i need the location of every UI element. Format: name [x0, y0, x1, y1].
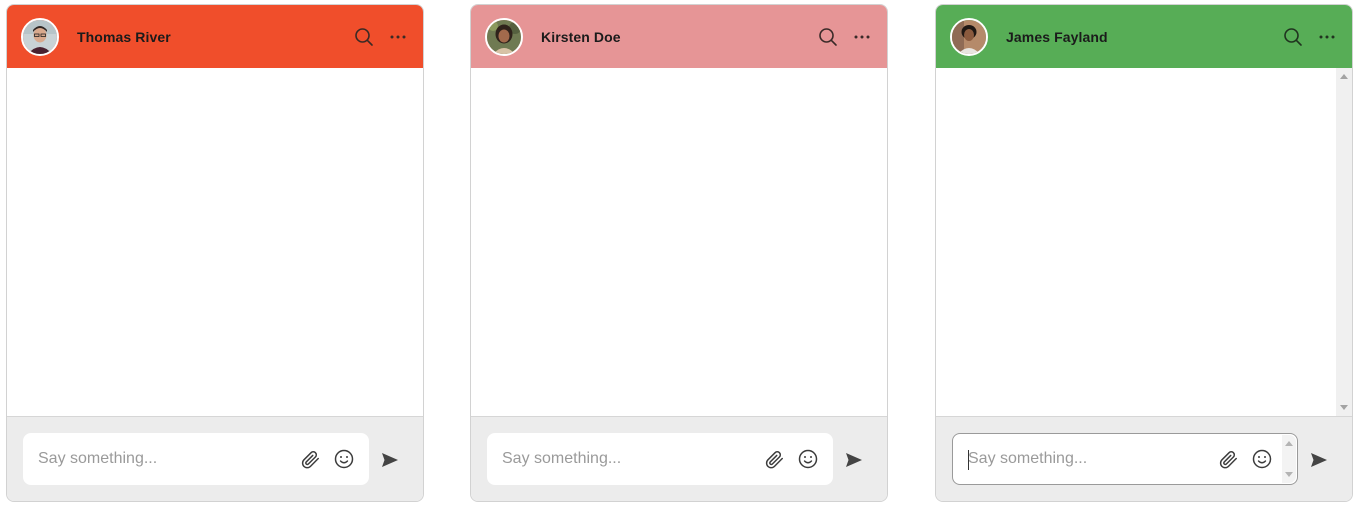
message-input[interactable] [38, 450, 268, 468]
text-caret [968, 450, 969, 470]
message-input-box[interactable] [952, 433, 1298, 485]
chat-window-kirsten-doe: Kirsten Doe [470, 4, 888, 502]
search-icon[interactable] [353, 26, 375, 48]
avatar[interactable] [485, 17, 523, 56]
paperclip-icon[interactable] [299, 448, 321, 470]
search-icon[interactable] [817, 26, 839, 48]
message-area[interactable] [7, 68, 423, 416]
smiley-icon[interactable] [1251, 448, 1273, 470]
scroll-down-arrow-icon[interactable] [1340, 405, 1348, 410]
send-icon[interactable] [843, 449, 865, 471]
scroll-up-arrow-icon[interactable] [1285, 441, 1293, 446]
more-horizontal-icon[interactable] [1316, 26, 1338, 48]
message-area[interactable] [936, 68, 1352, 416]
composer [471, 416, 887, 501]
composer [7, 416, 423, 501]
paperclip-icon[interactable] [763, 448, 785, 470]
composer [936, 416, 1352, 501]
avatar[interactable] [950, 17, 988, 56]
smiley-icon[interactable] [797, 448, 819, 470]
input-scrollbar[interactable] [1282, 435, 1296, 483]
smiley-icon[interactable] [333, 448, 355, 470]
chat-header: Thomas River [7, 5, 423, 68]
contact-name: Thomas River [77, 28, 171, 45]
more-horizontal-icon[interactable] [851, 26, 873, 48]
paperclip-icon[interactable] [1217, 448, 1239, 470]
chat-header: Kirsten Doe [471, 5, 887, 68]
chat-header: James Fayland [936, 5, 1352, 68]
message-input[interactable] [502, 450, 732, 468]
send-icon[interactable] [1308, 449, 1330, 471]
chat-window-james-fayland: James Fayland [935, 4, 1353, 502]
message-area[interactable] [471, 68, 887, 416]
search-icon[interactable] [1282, 26, 1304, 48]
scroll-up-arrow-icon[interactable] [1340, 74, 1348, 79]
message-input-box[interactable] [23, 433, 369, 485]
more-horizontal-icon[interactable] [387, 26, 409, 48]
message-input[interactable] [968, 450, 1198, 468]
avatar[interactable] [21, 17, 59, 56]
contact-name: Kirsten Doe [541, 28, 621, 45]
message-scrollbar[interactable] [1336, 68, 1352, 416]
chat-window-thomas-river: Thomas River [6, 4, 424, 502]
message-input-box[interactable] [487, 433, 833, 485]
contact-name: James Fayland [1006, 28, 1108, 45]
send-icon[interactable] [379, 449, 401, 471]
scroll-down-arrow-icon[interactable] [1285, 472, 1293, 477]
